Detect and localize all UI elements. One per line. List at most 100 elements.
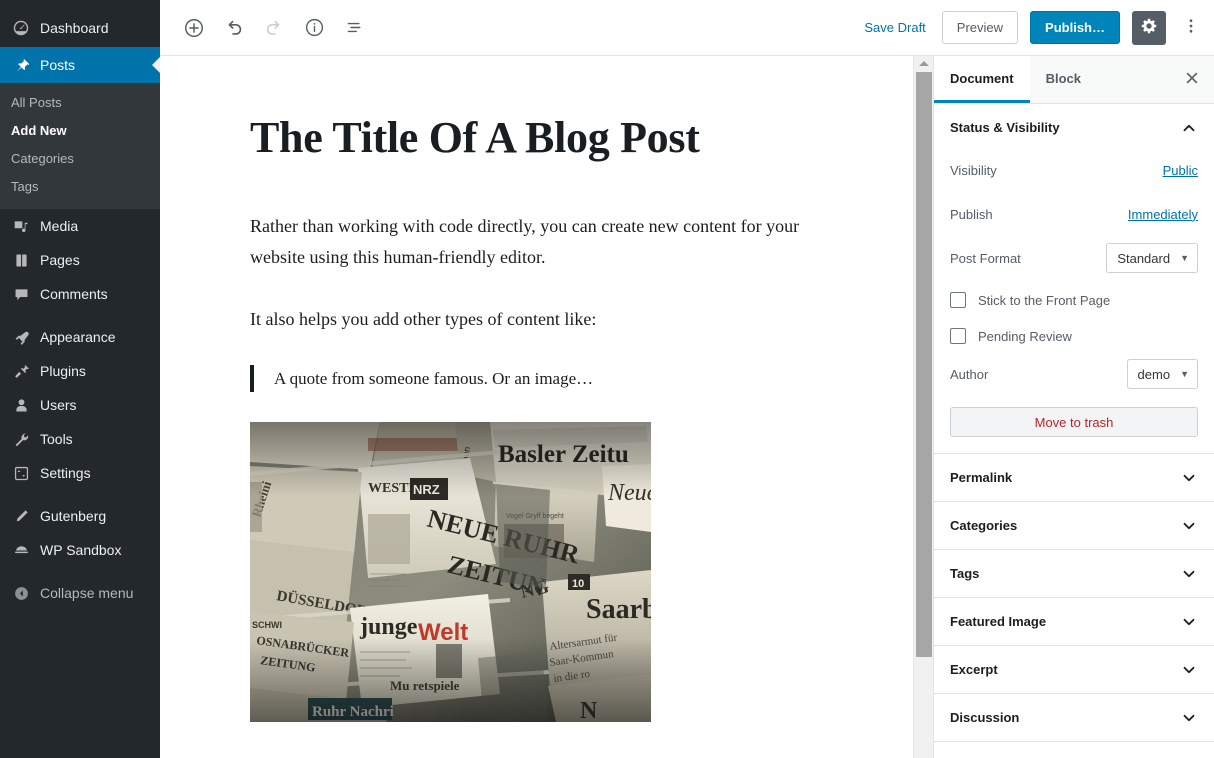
sidebar-item-label: Dashboard	[40, 20, 109, 36]
sidebar-item-gutenberg[interactable]: Gutenberg	[0, 499, 160, 533]
visibility-label: Visibility	[950, 162, 997, 178]
tab-block[interactable]: Block	[1030, 56, 1097, 103]
info-icon	[304, 17, 325, 38]
submenu-item-add-new[interactable]: Add New	[0, 117, 160, 145]
panel-header-tags[interactable]: Tags	[934, 550, 1214, 597]
post-format-row: Post Format Standard ▼	[950, 239, 1198, 277]
sidebar-item-settings[interactable]: Settings	[0, 456, 160, 490]
panel-header-discussion[interactable]: Discussion	[934, 694, 1214, 741]
sidebar-item-label: Posts	[40, 57, 76, 73]
admin-sidebar: Dashboard Posts All Posts Add New Catego…	[0, 0, 160, 758]
scroll-up-button[interactable]	[914, 56, 934, 70]
menu-separator-1	[0, 311, 160, 320]
editor-scrollbar[interactable]	[913, 56, 933, 758]
post-editor-canvas[interactable]: The Title Of A Blog Post Rather than wor…	[160, 56, 913, 758]
sticky-label: Stick to the Front Page	[978, 292, 1111, 308]
publish-row: Publish Immediately	[950, 195, 1198, 233]
panel-body-status-visibility: Visibility Public Publish Immediately Po…	[934, 151, 1214, 453]
panel-featured-image: Featured Image	[934, 598, 1214, 646]
media-icon	[11, 216, 31, 236]
sidebar-item-label: Comments	[40, 286, 108, 302]
preview-button[interactable]: Preview	[941, 11, 1019, 44]
sidebar-item-label: Settings	[40, 465, 91, 481]
sidebar-item-label: Plugins	[40, 363, 86, 379]
redo-icon	[263, 17, 285, 39]
panel-header-featured-image[interactable]: Featured Image	[934, 598, 1214, 645]
brush-icon	[11, 327, 31, 347]
editor-toolbar: Save Draft Preview Publish…	[160, 0, 1214, 56]
pending-review-checkbox[interactable]	[950, 328, 966, 344]
pages-icon	[11, 250, 31, 270]
paragraph-block-1[interactable]: Rather than working with code directly, …	[250, 211, 810, 274]
sidebar-item-tools[interactable]: Tools	[0, 422, 160, 456]
pending-review-label: Pending Review	[978, 328, 1072, 344]
save-draft-button[interactable]: Save Draft	[860, 14, 929, 41]
close-icon	[1184, 70, 1200, 89]
sidebar-item-pages[interactable]: Pages	[0, 243, 160, 277]
sidebar-item-dashboard[interactable]: Dashboard	[0, 9, 160, 47]
sidebar-item-label: Appearance	[40, 329, 116, 345]
undo-button[interactable]	[216, 10, 252, 46]
publish-button[interactable]: Publish…	[1030, 11, 1120, 44]
submenu-item-tags[interactable]: Tags	[0, 173, 160, 201]
sidebar-item-posts[interactable]: Posts	[0, 47, 160, 83]
panel-header-excerpt[interactable]: Excerpt	[934, 646, 1214, 693]
collapse-icon	[11, 583, 31, 603]
post-format-select[interactable]: Standard ▼	[1106, 243, 1198, 273]
paragraph-block-2[interactable]: It also helps you add other types of con…	[250, 304, 810, 336]
gear-icon	[1140, 17, 1158, 38]
panel-header-permalink[interactable]: Permalink	[934, 454, 1214, 501]
settings-toggle-button[interactable]	[1132, 10, 1166, 45]
sidebar-item-wp-sandbox[interactable]: WP Sandbox	[0, 533, 160, 567]
block-navigation-button[interactable]	[336, 10, 372, 46]
panel-title: Permalink	[950, 470, 1013, 485]
post-format-label: Post Format	[950, 250, 1021, 266]
sidebar-item-label: Media	[40, 218, 79, 234]
more-vertical-icon	[1182, 17, 1200, 38]
image-block[interactable]: Basler Zeitu Neue Vogel Gryff begeht	[250, 422, 860, 723]
chevron-down-icon	[1180, 709, 1198, 727]
sidebar-item-comments[interactable]: Comments	[0, 277, 160, 311]
sidebar-item-plugins[interactable]: Plugins	[0, 354, 160, 388]
sidebar-item-label: Gutenberg	[40, 508, 107, 524]
user-icon	[11, 395, 31, 415]
panel-header-categories[interactable]: Categories	[934, 502, 1214, 549]
panel-tags: Tags	[934, 550, 1214, 598]
panel-title: Status & Visibility	[950, 120, 1060, 135]
wrench-icon	[11, 429, 31, 449]
scrollbar-thumb[interactable]	[916, 72, 932, 657]
add-block-button[interactable]	[176, 10, 212, 46]
sticky-checkbox[interactable]	[950, 292, 966, 308]
add-block-icon	[183, 17, 205, 39]
redo-button[interactable]	[256, 10, 292, 46]
posts-submenu: All Posts Add New Categories Tags	[0, 83, 160, 209]
visibility-value-button[interactable]: Public	[1163, 163, 1198, 178]
sidebar-item-media[interactable]: Media	[0, 209, 160, 243]
panel-title: Tags	[950, 566, 980, 581]
post-title-field[interactable]: The Title Of A Blog Post	[250, 112, 860, 165]
visibility-row: Visibility Public	[950, 151, 1198, 189]
panel-discussion: Discussion	[934, 694, 1214, 742]
tab-document[interactable]: Document	[934, 56, 1030, 103]
pending-review-row[interactable]: Pending Review	[950, 319, 1198, 353]
sidebar-item-users[interactable]: Users	[0, 388, 160, 422]
submenu-item-categories[interactable]: Categories	[0, 145, 160, 173]
panel-title: Featured Image	[950, 614, 1047, 629]
quote-block[interactable]: A quote from someone famous. Or an image…	[250, 365, 860, 393]
author-select[interactable]: demo ▼	[1126, 359, 1198, 389]
more-options-button[interactable]	[1178, 11, 1204, 45]
publish-value-button[interactable]: Immediately	[1128, 207, 1198, 222]
sliders-icon	[11, 463, 31, 483]
sidebar-item-appearance[interactable]: Appearance	[0, 320, 160, 354]
move-to-trash-button[interactable]: Move to trash	[950, 407, 1198, 437]
publish-label: Publish	[950, 206, 993, 222]
close-settings-button[interactable]	[1170, 56, 1214, 103]
dashboard-icon	[11, 18, 31, 38]
sticky-row[interactable]: Stick to the Front Page	[950, 283, 1198, 317]
content-structure-button[interactable]	[296, 10, 332, 46]
sidebar-item-collapse-menu[interactable]: Collapse menu	[0, 576, 160, 610]
editor-region: Save Draft Preview Publish… The Title Of…	[160, 0, 1214, 758]
submenu-item-all-posts[interactable]: All Posts	[0, 89, 160, 117]
panel-header-status-visibility[interactable]: Status & Visibility	[934, 104, 1214, 151]
panel-title: Discussion	[950, 710, 1020, 725]
